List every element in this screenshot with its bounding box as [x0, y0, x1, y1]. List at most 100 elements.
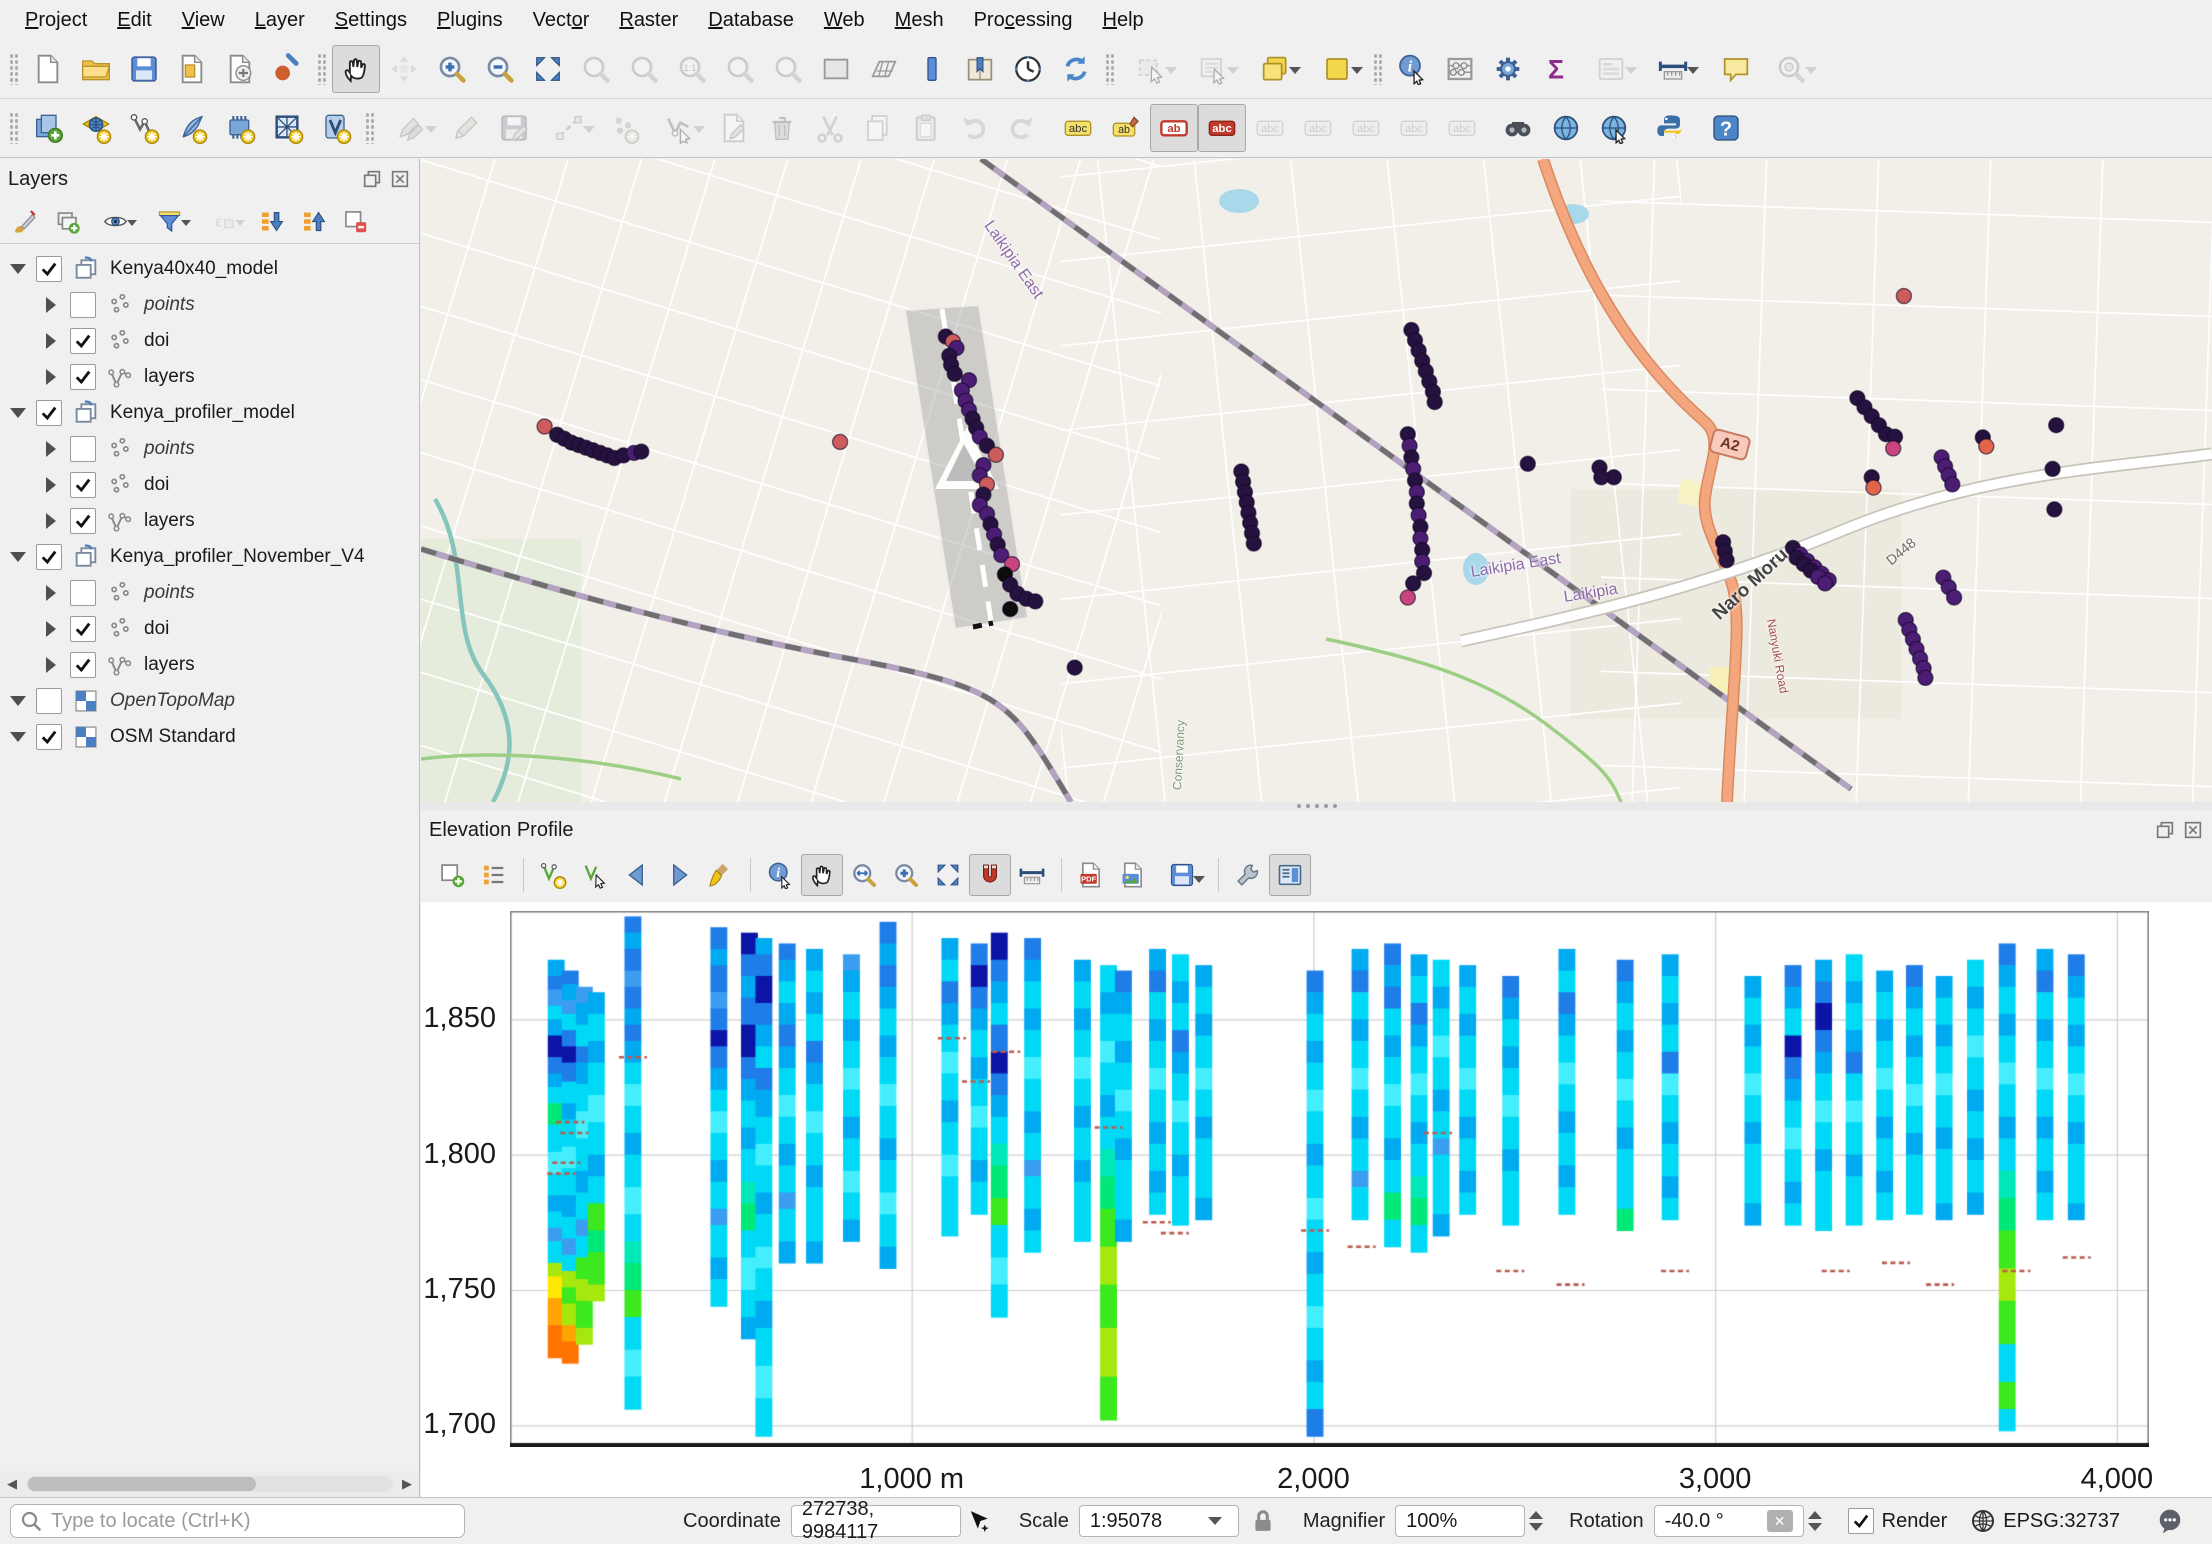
- new-geopackage-layer-button[interactable]: [24, 104, 72, 152]
- dropdown-icon[interactable]: [1202, 1517, 1228, 1525]
- layer-label[interactable]: layers: [144, 654, 195, 676]
- layer-visibility-checkbox[interactable]: [36, 724, 62, 750]
- modify-attributes-button[interactable]: [710, 104, 758, 152]
- open-attribute-table-button[interactable]: [1244, 45, 1306, 93]
- expand-arrow-icon[interactable]: [46, 333, 56, 349]
- new-mesh-layer-button[interactable]: [264, 104, 312, 152]
- nudge-right-button[interactable]: [658, 854, 700, 896]
- layer-tree-row[interactable]: layers: [0, 359, 419, 395]
- zoom-out-button[interactable]: [476, 45, 524, 93]
- float-panel-icon[interactable]: [2154, 819, 2176, 841]
- menu-vector[interactable]: Vector: [518, 3, 605, 38]
- new-project-button[interactable]: [24, 45, 72, 93]
- crs-globe-icon[interactable]: [1969, 1507, 1997, 1535]
- expand-arrow-icon[interactable]: [46, 441, 56, 457]
- save-project-button[interactable]: [120, 45, 168, 93]
- layer-label[interactable]: points: [144, 438, 195, 460]
- new-map-view-button[interactable]: [812, 45, 860, 93]
- layer-label[interactable]: Kenya40x40_model: [110, 258, 278, 280]
- add-record-button[interactable]: [600, 104, 648, 152]
- elevation-chart[interactable]: 1,8501,8001,7501,7001,000 m2,0003,0004,0…: [421, 902, 2212, 1497]
- collapse-arrow-icon[interactable]: [10, 408, 26, 418]
- rotation-spin-buttons[interactable]: [1808, 1511, 1822, 1531]
- copy-features-button[interactable]: [854, 104, 902, 152]
- zoom-next-button[interactable]: [764, 45, 812, 93]
- zoom-last-button[interactable]: [716, 45, 764, 93]
- layer-tree-row[interactable]: Kenya_profiler_model: [0, 395, 419, 431]
- expand-arrow-icon[interactable]: [46, 477, 56, 493]
- filter-legend-button[interactable]: [142, 200, 196, 242]
- layer-tree-row[interactable]: doi: [0, 323, 419, 359]
- layer-tree-row[interactable]: doi: [0, 467, 419, 503]
- save-layer-edits-button[interactable]: [490, 104, 538, 152]
- layer-label[interactable]: points: [144, 582, 195, 604]
- close-panel-icon[interactable]: [389, 168, 411, 190]
- scroll-track[interactable]: [26, 1476, 393, 1492]
- layer-tree-row[interactable]: OSM Standard: [0, 719, 419, 755]
- collapse-arrow-icon[interactable]: [10, 696, 26, 706]
- magnifier-spinbox[interactable]: 100%: [1395, 1505, 1525, 1537]
- layer-label[interactable]: Kenya_profiler_model: [110, 402, 295, 424]
- layer-tree-row[interactable]: points: [0, 575, 419, 611]
- add-group-button[interactable]: [46, 200, 88, 242]
- layer-visibility-checkbox[interactable]: [70, 328, 96, 354]
- layer-label[interactable]: doi: [144, 330, 169, 352]
- map-panel-splitter[interactable]: [421, 802, 2212, 810]
- zoom-to-layer-button[interactable]: [620, 45, 668, 93]
- layer-tree-row[interactable]: doi: [0, 611, 419, 647]
- open-project-button[interactable]: [72, 45, 120, 93]
- cut-features-button[interactable]: [806, 104, 854, 152]
- menu-processing[interactable]: Processing: [959, 3, 1088, 38]
- show-hide-labels-button[interactable]: [1294, 104, 1342, 152]
- menu-plugins[interactable]: Plugins: [422, 3, 518, 38]
- remove-layer-button[interactable]: [334, 200, 376, 242]
- layer-tree-row[interactable]: points: [0, 287, 419, 323]
- collapse-all-button[interactable]: [292, 200, 334, 242]
- layer-visibility-checkbox[interactable]: [70, 292, 96, 318]
- lock-icon[interactable]: [1249, 1507, 1277, 1535]
- scale-combobox[interactable]: 1:95078: [1079, 1505, 1239, 1537]
- layer-tree-row[interactable]: layers: [0, 503, 419, 539]
- layer-visibility-checkbox[interactable]: [70, 436, 96, 462]
- expand-arrow-icon[interactable]: [46, 621, 56, 637]
- menu-help[interactable]: Help: [1088, 3, 1159, 38]
- menu-layer[interactable]: Layer: [240, 3, 320, 38]
- layer-tree-row[interactable]: OpenTopoMap: [0, 683, 419, 719]
- collapse-arrow-icon[interactable]: [10, 732, 26, 742]
- capture-curve-from-feature-button[interactable]: [574, 854, 616, 896]
- layer-label[interactable]: doi: [144, 474, 169, 496]
- layer-visibility-checkbox[interactable]: [36, 400, 62, 426]
- map-tips-button[interactable]: [1712, 45, 1760, 93]
- crs-value[interactable]: EPSG:32737: [2003, 1510, 2120, 1533]
- expand-all-button[interactable]: [250, 200, 292, 242]
- layer-label[interactable]: layers: [144, 366, 195, 388]
- open-layer-styling-button[interactable]: [4, 200, 46, 242]
- new-temporary-scratch-layer-button[interactable]: [168, 104, 216, 152]
- clear-button[interactable]: [700, 854, 742, 896]
- manage-map-themes-button[interactable]: [88, 200, 142, 242]
- undo-button[interactable]: [950, 104, 998, 152]
- expand-arrow-icon[interactable]: [46, 369, 56, 385]
- spatial-bookmarks-button[interactable]: [956, 45, 1004, 93]
- expand-arrow-icon[interactable]: [46, 513, 56, 529]
- attribute-form-button[interactable]: [1580, 45, 1642, 93]
- pan-to-selection-button[interactable]: [380, 45, 428, 93]
- layer-visibility-checkbox[interactable]: [36, 256, 62, 282]
- menu-database[interactable]: Database: [693, 3, 809, 38]
- identify-features-button[interactable]: [1388, 45, 1436, 93]
- temporal-controller-button[interactable]: [908, 45, 956, 93]
- move-label-button[interactable]: [1342, 104, 1390, 152]
- statistical-summary-button[interactable]: [1436, 45, 1484, 93]
- layer-visibility-checkbox[interactable]: [70, 580, 96, 606]
- python-console-button[interactable]: [1646, 104, 1694, 152]
- delete-selected-button[interactable]: [758, 104, 806, 152]
- change-label-properties-button[interactable]: [1438, 104, 1486, 152]
- osm-place-search-button[interactable]: [1494, 104, 1542, 152]
- scroll-right-icon[interactable]: ▶: [395, 1472, 419, 1496]
- export-as-image-button[interactable]: [1112, 854, 1154, 896]
- layers-horizontal-scrollbar[interactable]: ◀ ▶: [0, 1471, 419, 1497]
- zoom-full-button[interactable]: [927, 854, 969, 896]
- layer-visibility-checkbox[interactable]: [36, 544, 62, 570]
- render-checkbox[interactable]: Render: [1848, 1508, 1948, 1534]
- refresh-map-button[interactable]: [1052, 45, 1100, 93]
